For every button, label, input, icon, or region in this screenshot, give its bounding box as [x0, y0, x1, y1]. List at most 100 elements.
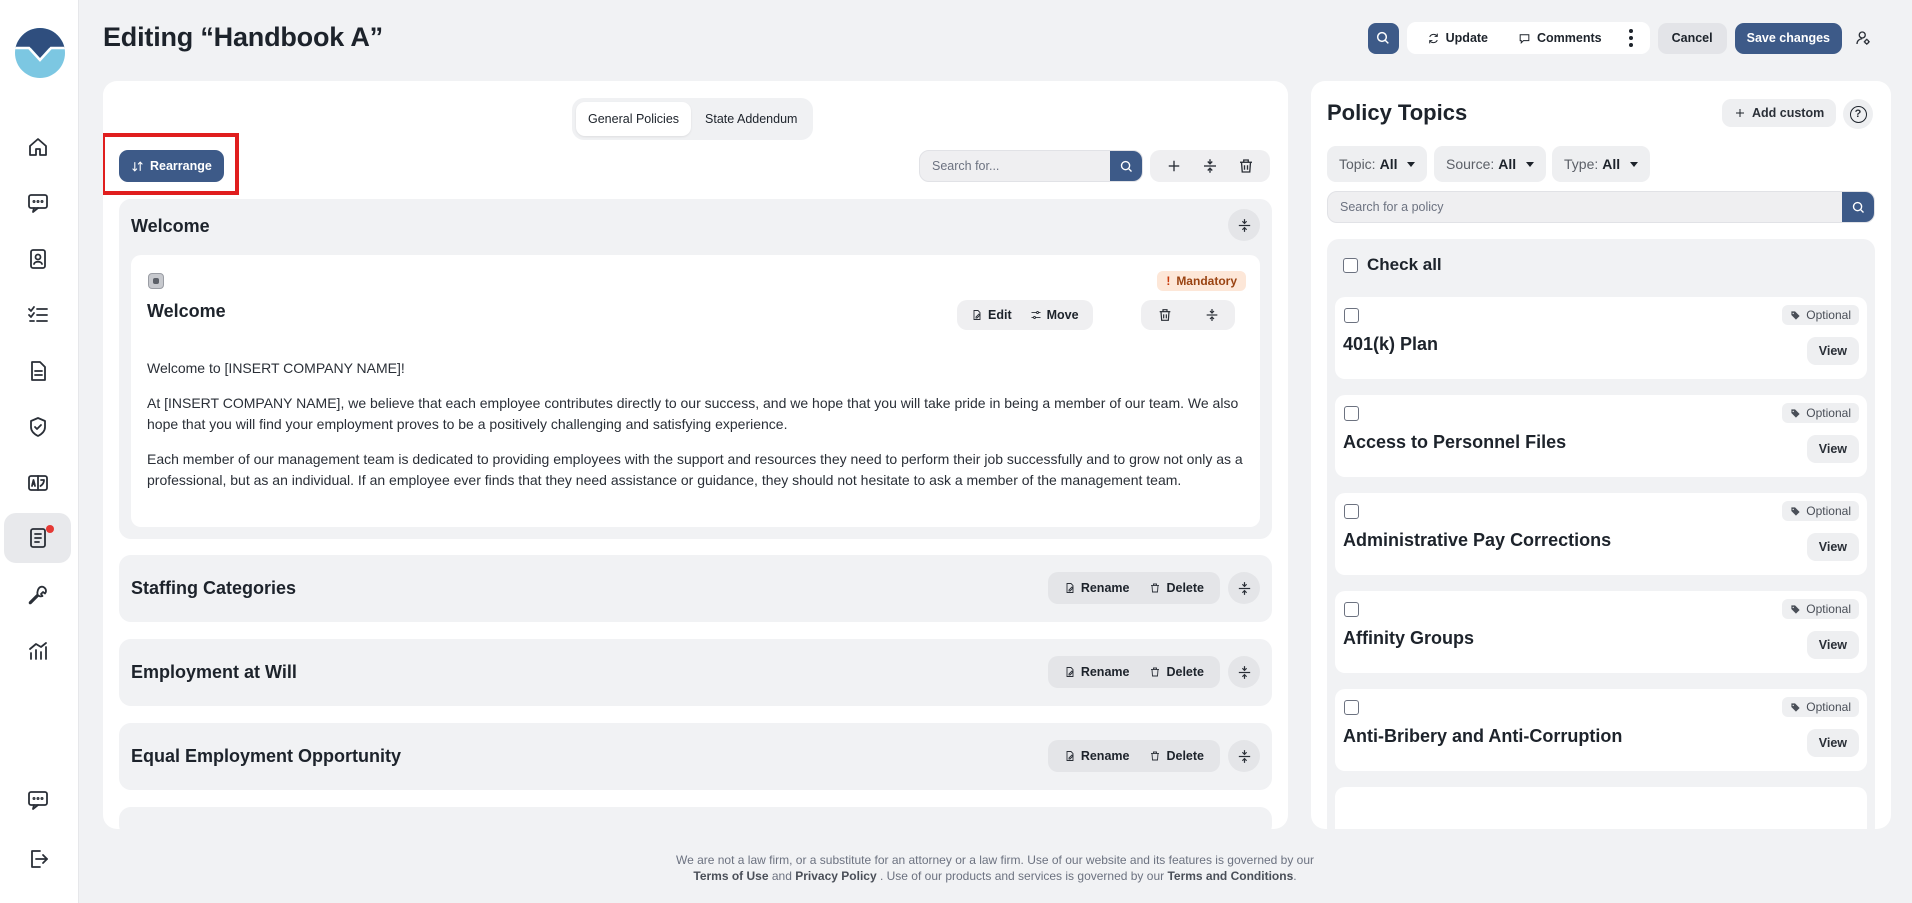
delete-section-button[interactable]: Delete: [1141, 658, 1212, 686]
help-button[interactable]: ?: [1843, 99, 1873, 129]
nav-translate[interactable]: [4, 458, 71, 508]
delete-section-button[interactable]: Delete: [1141, 574, 1212, 602]
save-changes-button[interactable]: Save changes: [1734, 22, 1842, 54]
policy-search-button[interactable]: [1842, 192, 1874, 222]
topic-filter-dropdown[interactable]: Topic: All: [1327, 146, 1428, 182]
type-filter-dropdown[interactable]: Type: All: [1552, 146, 1651, 182]
topic-name: Access to Personnel Files: [1343, 432, 1567, 452]
comments-button[interactable]: Comments: [1506, 24, 1614, 52]
move-icon: [1031, 311, 1041, 319]
nav-documents[interactable]: [4, 346, 71, 396]
policy-search-input[interactable]: [1328, 192, 1842, 222]
source-filter-dropdown[interactable]: Source: All: [1434, 146, 1547, 182]
update-label: Update: [1445, 31, 1489, 45]
section-search-button[interactable]: [1110, 151, 1142, 181]
collapse-policy-button[interactable]: [1198, 301, 1226, 329]
list-item: Optional Administrative Pay Corrections …: [1335, 493, 1867, 575]
optional-badge: Optional: [1782, 501, 1859, 521]
nav-handbooks[interactable]: [4, 513, 71, 563]
policy-search-box: [1327, 191, 1875, 223]
user-settings-icon[interactable]: [1850, 25, 1876, 51]
move-label: Move: [1046, 308, 1079, 322]
view-topic-button[interactable]: View: [1806, 631, 1859, 659]
nav-compliance[interactable]: [4, 402, 71, 452]
delete-policy-button[interactable]: [1151, 301, 1179, 329]
collapse-all-button[interactable]: [1196, 152, 1224, 180]
view-topic-button[interactable]: View: [1806, 435, 1859, 463]
more-options-icon[interactable]: [1620, 24, 1642, 52]
move-policy-button[interactable]: Move: [1026, 301, 1083, 329]
nav-logout[interactable]: [4, 834, 71, 884]
view-topic-button[interactable]: View: [1806, 337, 1859, 365]
rename-section-button[interactable]: Rename: [1056, 574, 1138, 602]
chevron-down-icon: [1526, 161, 1535, 167]
tab-state-addendum[interactable]: State Addendum: [693, 102, 809, 136]
section-search-input[interactable]: [920, 151, 1110, 181]
section-collapse-button[interactable]: [1228, 209, 1260, 241]
global-search-button[interactable]: [1367, 22, 1399, 54]
topic-checkbox[interactable]: [1344, 602, 1359, 617]
nav-employees[interactable]: [4, 234, 71, 284]
chevron-down-icon: [1630, 161, 1639, 167]
section-expand-button[interactable]: [1228, 656, 1260, 688]
tag-icon: [1791, 604, 1800, 614]
chevron-down-icon: [1407, 161, 1416, 167]
optional-label: Optional: [1806, 308, 1851, 322]
view-topic-button[interactable]: View: [1806, 533, 1859, 561]
footer-and: and: [771, 869, 792, 883]
policy-topics-title: Policy Topics: [1327, 100, 1468, 125]
rearrange-button[interactable]: Rearrange: [119, 150, 224, 182]
mandatory-badge: ! Mandatory: [1157, 271, 1246, 291]
nav-support-chat[interactable]: [4, 775, 71, 825]
policy-name: Welcome: [147, 301, 226, 321]
delete-section-button[interactable]: Delete: [1141, 742, 1212, 770]
nav-home[interactable]: [4, 122, 71, 172]
filter-name: Topic:: [1339, 156, 1376, 172]
section-expand-button[interactable]: [1228, 572, 1260, 604]
terms-of-use-link[interactable]: Terms of Use: [693, 869, 768, 883]
add-section-button[interactable]: [1160, 152, 1188, 180]
delete-all-button[interactable]: [1232, 152, 1260, 180]
rename-section-button[interactable]: Rename: [1056, 658, 1138, 686]
policy-edit-move-group: Edit Move: [957, 300, 1093, 330]
nav-reports[interactable]: [4, 626, 71, 676]
section-actions: Rename Delete: [1047, 656, 1220, 688]
document-icon: [30, 361, 46, 381]
tab-general-policies[interactable]: General Policies: [576, 102, 692, 136]
topic-checkbox[interactable]: [1344, 406, 1359, 421]
check-all-checkbox[interactable]: [1343, 257, 1358, 273]
edit-icon: [973, 310, 981, 320]
filter-value: All: [1498, 156, 1517, 172]
handbook-editor: General Policies State Addendum Rearrang…: [103, 81, 1288, 829]
nav-tasks[interactable]: [4, 290, 71, 340]
topic-checkbox[interactable]: [1344, 700, 1359, 715]
nav-tools[interactable]: [4, 570, 71, 620]
collapse-icon: [1238, 218, 1250, 232]
policy-tabs: General Policies State Addendum: [572, 98, 814, 140]
nav-messages[interactable]: [4, 178, 71, 228]
policy-topics-list: Check all Optional 401(k) Plan View Opti…: [1327, 239, 1875, 829]
section-actions: Rename Delete: [1047, 572, 1220, 604]
app-logo[interactable]: [15, 28, 65, 78]
trash-icon: [1151, 583, 1160, 593]
cancel-button[interactable]: Cancel: [1657, 22, 1727, 54]
comment-icon: [1519, 33, 1530, 44]
view-topic-button[interactable]: View: [1806, 729, 1859, 757]
topic-name: 401(k) Plan: [1343, 334, 1439, 354]
trash-icon: [1240, 159, 1252, 173]
sort-arrows-icon: [132, 160, 143, 172]
add-custom-button[interactable]: Add custom: [1722, 99, 1837, 127]
terms-and-conditions-link[interactable]: Terms and Conditions: [1167, 869, 1293, 883]
rename-section-button[interactable]: Rename: [1056, 742, 1138, 770]
plus-icon: [1736, 109, 1744, 117]
check-all-row: Check all: [1343, 255, 1442, 275]
privacy-policy-link[interactable]: Privacy Policy: [795, 869, 876, 883]
list-item: Optional Anti-Bribery and Anti-Corruptio…: [1335, 689, 1867, 771]
topic-checkbox[interactable]: [1344, 504, 1359, 519]
topic-checkbox[interactable]: [1344, 308, 1359, 323]
edit-policy-button[interactable]: Edit: [967, 301, 1016, 329]
chart-icon: [28, 642, 47, 660]
update-button[interactable]: Update: [1415, 24, 1500, 52]
section-equal-employment-opportunity: Equal Employment Opportunity Rename Dele…: [119, 723, 1272, 790]
section-expand-button[interactable]: [1228, 740, 1260, 772]
